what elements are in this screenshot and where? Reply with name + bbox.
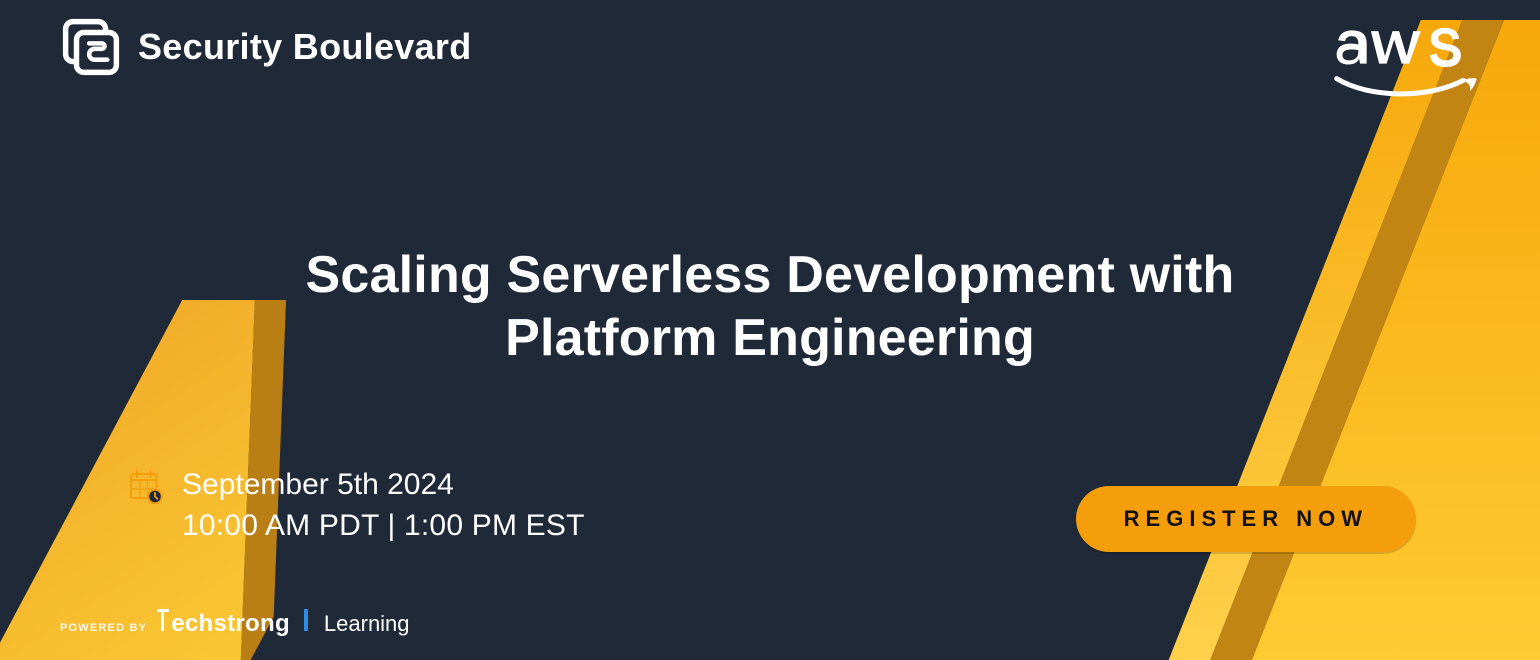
register-button[interactable]: REGISTER NOW <box>1076 486 1416 552</box>
sb-monogram-icon <box>62 18 120 76</box>
event-date: September 5th 2024 <box>182 464 585 505</box>
register-label: REGISTER NOW <box>1124 506 1368 531</box>
aws-logo-icon <box>1330 18 1480 106</box>
techstrong-logo: echstrong <box>157 609 290 638</box>
brand-security-boulevard: Security Boulevard <box>62 18 472 76</box>
event-time: 10:00 AM PDT | 1:00 PM EST <box>182 505 585 546</box>
techstrong-divider-icon <box>304 609 308 631</box>
calendar-clock-icon <box>128 468 164 504</box>
powered-by-label: POWERED BY <box>60 622 147 634</box>
learning-text: Learning <box>324 611 410 637</box>
event-title: Scaling Serverless Development with Plat… <box>0 244 1540 371</box>
powered-by-footer: POWERED BY echstrong Learning <box>60 609 410 638</box>
banner-header: Security Boulevard <box>0 18 1540 106</box>
event-title-line2: Platform Engineering <box>505 309 1035 367</box>
event-title-line1: Scaling Serverless Development with <box>306 246 1235 304</box>
techstrong-text: echstrong <box>171 610 290 638</box>
brand-name-text: Security Boulevard <box>138 26 472 68</box>
techstrong-t-icon <box>157 609 169 631</box>
event-datetime: September 5th 2024 10:00 AM PDT | 1:00 P… <box>128 464 585 547</box>
